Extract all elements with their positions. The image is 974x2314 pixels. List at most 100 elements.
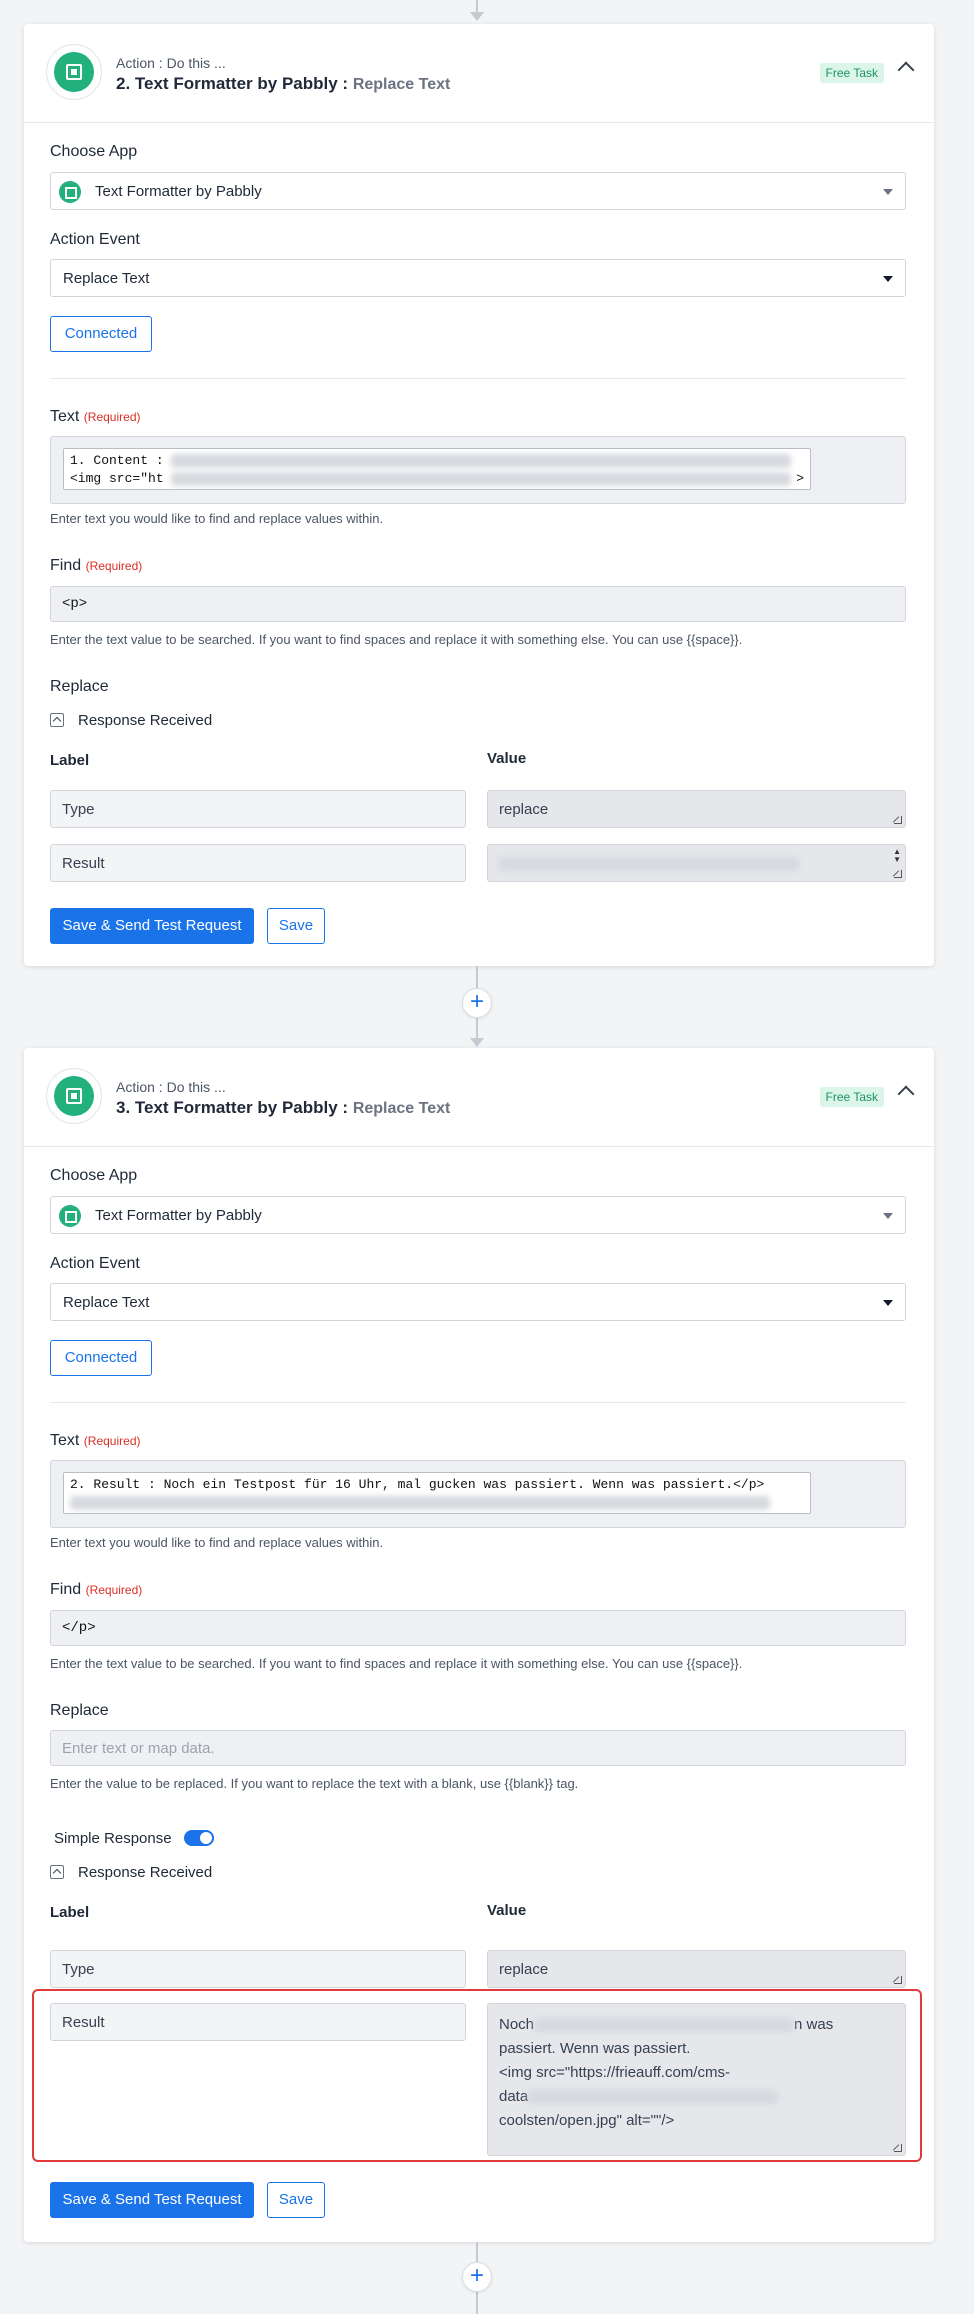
chevron-down-icon <box>883 1300 893 1306</box>
replace-label: Replace <box>50 1702 109 1719</box>
simple-response-label: Simple Response <box>54 1830 172 1847</box>
save-button[interactable]: Save <box>267 2182 325 2218</box>
save-send-test-button[interactable]: Save & Send Test Request <box>50 908 254 944</box>
mapped-text-line: 2. Result : Noch ein Testpost für 16 Uhr… <box>70 1477 765 1492</box>
connected-button[interactable]: Connected <box>50 316 152 352</box>
divider <box>50 378 906 379</box>
result-line: coolsten/open.jpg" alt=""/> <box>499 2112 675 2129</box>
required-marker: (Required) <box>83 410 141 424</box>
find-input[interactable]: <p> <box>50 586 906 622</box>
redacted-content <box>499 855 799 872</box>
response-label-text: Type <box>62 1961 95 1978</box>
find-value: </p> <box>62 1620 96 1636</box>
action-event-value: Replace Text <box>63 1294 150 1311</box>
step-card-3: Action : Do this ... 3. Text Formatter b… <box>24 1048 934 2242</box>
redacted-content <box>171 453 792 468</box>
result-line: Noch <box>499 2016 535 2033</box>
add-step-button[interactable]: + <box>462 2262 492 2292</box>
text-label-name: Text <box>50 408 80 425</box>
collapse-icon <box>50 713 64 727</box>
action-event-select[interactable]: Replace Text <box>50 259 906 297</box>
collapse-chevron-icon[interactable] <box>897 61 915 79</box>
text-label: Text (Required) <box>50 1432 141 1450</box>
resize-handle-icon[interactable] <box>894 1976 902 1984</box>
replace-help: Enter the value to be replaced. If you w… <box>50 1776 579 1791</box>
find-label: Find (Required) <box>50 557 142 575</box>
spinner-arrows-icon[interactable]: ▲ ▼ <box>893 848 901 864</box>
text-label-name: Text <box>50 1432 80 1449</box>
result-line: <img src="https://frieauff.com/cms- <box>499 2064 730 2081</box>
replace-placeholder: Enter text or map data. <box>62 1740 215 1757</box>
step-subtitle: Action : Do this ... <box>116 1079 226 1095</box>
app-select-value: Text Formatter by Pabbly <box>95 183 262 200</box>
response-label-text: Result <box>62 855 105 872</box>
action-event-value: Replace Text <box>63 270 150 287</box>
redacted-content <box>70 1495 770 1510</box>
response-label-field: Type <box>50 790 466 828</box>
text-formatter-icon <box>54 52 94 92</box>
response-received-toggle[interactable]: Response Received <box>50 1864 212 1881</box>
chevron-down-icon <box>883 189 893 195</box>
response-result-field[interactable]: Noch n was passiert. Wenn was passiert. <… <box>487 2003 906 2156</box>
choose-app-select[interactable]: Text Formatter by Pabbly <box>50 1196 906 1234</box>
text-formatter-icon <box>59 1205 81 1227</box>
result-text: Noch n was passiert. Wenn was passiert. <… <box>499 2013 879 2133</box>
scroll-right-icon[interactable]: > <box>796 471 804 486</box>
mapped-text-input[interactable]: 1. Content : <img src="ht > <box>63 448 811 490</box>
mapped-text-input[interactable]: 2. Result : Noch ein Testpost für 16 Uhr… <box>63 1472 811 1514</box>
result-line: n was <box>794 2016 834 2033</box>
app-logo <box>46 44 102 100</box>
find-input[interactable]: </p> <box>50 1610 906 1646</box>
required-marker: (Required) <box>85 559 143 573</box>
response-value-field[interactable]: ▲ ▼ <box>487 844 906 882</box>
step-title: 2. Text Formatter by Pabbly : Replace Te… <box>116 74 450 94</box>
response-value-field[interactable]: replace <box>487 1950 906 1988</box>
save-button[interactable]: Save <box>267 908 325 944</box>
step-header[interactable]: Action : Do this ... 3. Text Formatter b… <box>24 1048 934 1147</box>
collapse-chevron-icon[interactable] <box>897 1085 915 1103</box>
find-value: <p> <box>62 596 88 612</box>
resize-handle-icon[interactable] <box>894 870 902 878</box>
required-marker: (Required) <box>85 1583 143 1597</box>
connector-arrow <box>470 12 484 21</box>
mapped-text-line: <img src="ht <box>70 471 164 486</box>
resize-handle-icon[interactable] <box>894 816 902 824</box>
response-value-text: replace <box>499 801 549 818</box>
collapse-icon <box>50 1865 64 1879</box>
step-title-event: Replace Text <box>352 76 451 93</box>
response-label-text: Result <box>62 2014 105 2031</box>
save-send-test-button[interactable]: Save & Send Test Request <box>50 2182 254 2218</box>
action-event-select[interactable]: Replace Text <box>50 1283 906 1321</box>
response-value-field[interactable]: replace <box>487 790 906 828</box>
choose-app-select[interactable]: Text Formatter by Pabbly <box>50 172 906 210</box>
simple-response-toggle[interactable] <box>183 1830 214 1846</box>
step-card-2: Action : Do this ... 2. Text Formatter b… <box>24 24 934 966</box>
chevron-down-icon <box>883 1213 893 1219</box>
text-map-field[interactable]: 2. Result : Noch ein Testpost für 16 Uhr… <box>50 1460 906 1528</box>
replace-label: Replace <box>50 678 109 695</box>
label-column-header: Label <box>50 1904 90 1921</box>
resize-handle-icon[interactable] <box>894 2144 902 2152</box>
replace-input[interactable]: Enter text or map data. <box>50 1730 906 1766</box>
step-header[interactable]: Action : Do this ... 2. Text Formatter b… <box>24 24 934 123</box>
response-label-field: Result <box>50 844 466 882</box>
result-line: passiert. Wenn was passiert. <box>499 2040 691 2057</box>
choose-app-label: Choose App <box>50 1167 138 1184</box>
response-value-text: replace <box>499 1961 549 1978</box>
response-received-label: Response Received <box>78 712 213 729</box>
free-task-badge: Free Task <box>819 1087 884 1107</box>
result-line: data <box>499 2088 529 2105</box>
text-map-field[interactable]: 1. Content : <img src="ht > <box>50 436 906 504</box>
add-step-button[interactable]: + <box>462 988 492 1018</box>
mapped-text-line: 1. Content : <box>70 453 164 468</box>
step-title-app: 3. Text Formatter by Pabbly : <box>116 1098 349 1117</box>
text-label: Text (Required) <box>50 408 141 426</box>
connected-button[interactable]: Connected <box>50 1340 152 1376</box>
response-received-toggle[interactable]: Response Received <box>50 712 212 729</box>
divider <box>50 1402 906 1403</box>
redacted-content <box>171 471 792 486</box>
step-title: 3. Text Formatter by Pabbly : Replace Te… <box>116 1098 450 1118</box>
step-title-app: 2. Text Formatter by Pabbly : <box>116 74 349 93</box>
app-select-value: Text Formatter by Pabbly <box>95 1207 262 1224</box>
response-label-field: Type <box>50 1950 466 1988</box>
